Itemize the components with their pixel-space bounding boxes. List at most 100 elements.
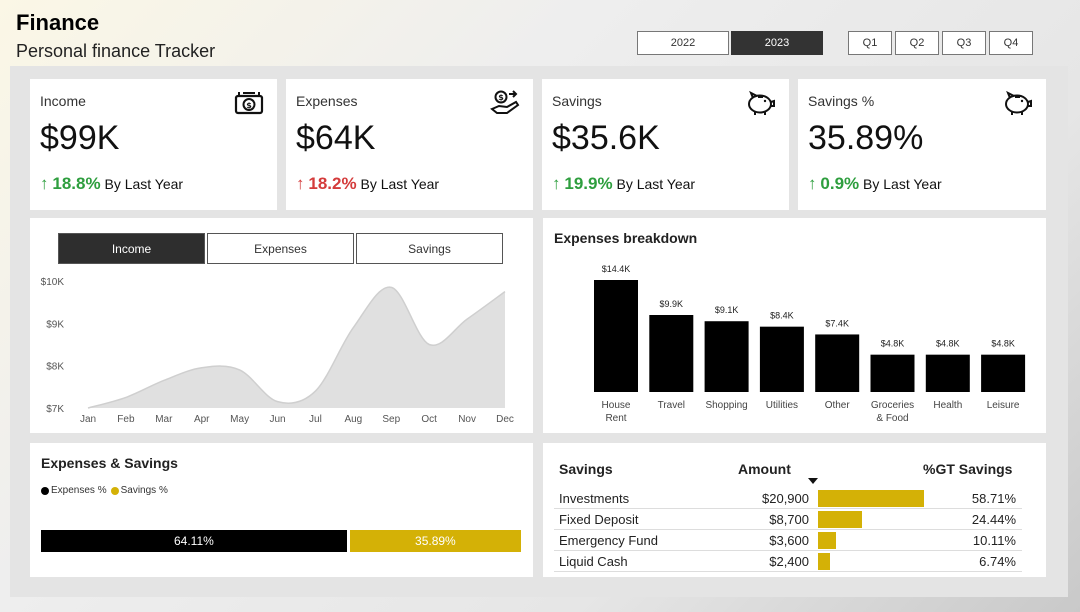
quarter-q3-button[interactable]: Q3 bbox=[942, 31, 986, 55]
quarter-q1-button[interactable]: Q1 bbox=[848, 31, 892, 55]
x-tick-label: Oct bbox=[421, 414, 437, 425]
savings-pct: 58.71% bbox=[971, 491, 1016, 506]
money-icon: $ bbox=[234, 92, 264, 115]
x-tick-label: May bbox=[230, 414, 249, 425]
savings-name: Liquid Cash bbox=[559, 554, 628, 569]
bar bbox=[870, 354, 915, 392]
kpi-value: $99K bbox=[40, 119, 120, 157]
trend-text: By Last Year bbox=[360, 176, 440, 192]
header: Finance Personal finance Tracker bbox=[16, 10, 215, 62]
svg-text:$: $ bbox=[498, 93, 504, 102]
savings-pct-card: Savings % 35.89% ↑ 0.9% By Last Year bbox=[798, 79, 1046, 210]
savings-pct: 10.11% bbox=[972, 533, 1016, 548]
header-amount[interactable]: Amount bbox=[738, 461, 791, 477]
trend-percent: 18.2% bbox=[308, 174, 357, 193]
kpi-value: $64K bbox=[296, 119, 376, 157]
x-tick-label: Nov bbox=[458, 414, 476, 425]
page-title: Finance bbox=[16, 10, 100, 35]
savings-pct-bar bbox=[818, 532, 837, 549]
bar-data-label: $9.1K bbox=[715, 305, 739, 315]
savings-amount: $20,900 bbox=[762, 491, 809, 506]
savings-amount: $8,700 bbox=[769, 512, 809, 527]
kpi-value: $35.6K bbox=[552, 119, 660, 157]
x-tick-label: Apr bbox=[194, 414, 210, 425]
quarter-q4-button[interactable]: Q4 bbox=[989, 31, 1033, 55]
header-gt-savings: %GT Savings bbox=[923, 461, 1013, 477]
kpi-trend: ↑ 18.8% By Last Year bbox=[40, 174, 183, 194]
savings-pct-bar bbox=[818, 511, 863, 528]
bar bbox=[649, 315, 694, 392]
bar bbox=[925, 354, 970, 392]
bar-data-label: $14.4K bbox=[602, 264, 631, 274]
expenses-savings-bar: 64.11% 35.89% bbox=[41, 530, 521, 552]
trend-arrow-icon: ↑ bbox=[40, 174, 49, 193]
savings-segment: 35.89% bbox=[349, 530, 521, 552]
year-selector: 2022 2023 bbox=[637, 31, 825, 55]
trend-percent: 0.9% bbox=[820, 174, 860, 193]
expenses-segment: 64.11% bbox=[41, 530, 347, 552]
trend-text: By Last Year bbox=[616, 176, 696, 192]
trend-percent: 18.8% bbox=[52, 174, 101, 193]
trend-text: By Last Year bbox=[104, 176, 184, 192]
bar bbox=[704, 321, 749, 392]
savings-name: Investments bbox=[559, 491, 630, 506]
trend-text: By Last Year bbox=[863, 176, 942, 192]
section-title: Expenses & Savings bbox=[41, 455, 178, 471]
x-tick-label: Dec bbox=[496, 414, 514, 425]
x-tick-label: Groceries bbox=[871, 400, 914, 411]
table-row[interactable]: Emergency Fund $3,600 10.11% bbox=[554, 530, 1022, 551]
legend-item-expenses: Expenses % bbox=[41, 485, 107, 496]
x-tick-label: Shopping bbox=[705, 400, 747, 411]
income-area-chart: $7K $8K $9K $10K Jan Feb Mar Apr May Jun Jul Aug Sep… bbox=[41, 277, 514, 425]
sort-desc-icon[interactable] bbox=[808, 478, 818, 484]
savings-name: Fixed Deposit bbox=[559, 512, 639, 527]
table-row[interactable]: Fixed Deposit $8,700 24.44% bbox=[554, 509, 1022, 530]
kpi-label: Income bbox=[40, 93, 86, 109]
table-row[interactable]: Liquid Cash $2,400 6.74% bbox=[554, 551, 1022, 572]
year-2023-button[interactable]: 2023 bbox=[731, 31, 823, 55]
x-tick-label: Other bbox=[825, 400, 851, 411]
trend-arrow-icon: ↑ bbox=[552, 174, 561, 193]
table-row[interactable]: Investments $20,900 58.71% bbox=[554, 488, 1022, 509]
income-card: Income $ $99K ↑ 18.8% By Last Year bbox=[30, 79, 277, 210]
legend-label: Savings % bbox=[120, 485, 168, 496]
y-tick-label: $7K bbox=[46, 404, 64, 415]
quarter-q2-button[interactable]: Q2 bbox=[895, 31, 939, 55]
x-tick-label: House bbox=[602, 400, 631, 411]
x-tick-label: Travel bbox=[658, 400, 685, 411]
savings-pct-bar bbox=[818, 553, 831, 570]
piggy-bank-icon bbox=[1005, 90, 1032, 115]
legend-dot bbox=[110, 486, 119, 495]
page-subtitle: Personal finance Tracker bbox=[16, 41, 216, 61]
bar-data-label: $4.8K bbox=[936, 339, 960, 349]
legend-dot bbox=[41, 486, 49, 495]
expenses-card: Expenses $ $64K ↑ 18.2% By Last Year bbox=[286, 79, 533, 210]
area-fill bbox=[88, 287, 505, 408]
kpi-trend: ↑ 0.9% By Last Year bbox=[808, 174, 942, 194]
year-2022-button[interactable]: 2022 bbox=[637, 31, 729, 55]
trend-chart-card: Income Expenses Savings $7K $8K $9K $10K Jan… bbox=[30, 218, 533, 433]
bar bbox=[759, 326, 804, 392]
bar-data-label: $7.4K bbox=[825, 318, 849, 328]
x-tick-label: Jul bbox=[309, 414, 322, 425]
expenses-savings-card: Expenses & Savings Expenses % Savings % … bbox=[30, 443, 533, 577]
bar bbox=[594, 280, 638, 392]
savings-table-card: Savings Amount %GT Savings Investments $2… bbox=[543, 443, 1046, 577]
kpi-label: Expenses bbox=[296, 93, 358, 109]
kpi-trend: ↑ 18.2% By Last Year bbox=[296, 174, 439, 194]
bar-data-label: $4.8K bbox=[881, 339, 905, 349]
dashboard-panel: Income $ $99K ↑ 18.8% By Last Year Expen… bbox=[10, 66, 1068, 597]
bar-data-label: $4.8K bbox=[991, 339, 1015, 349]
x-tick-label: Feb bbox=[117, 414, 135, 425]
hand-money-icon: $ bbox=[490, 90, 520, 114]
savings-card: Savings $35.6K ↑ 19.9% By Last Year bbox=[542, 79, 789, 210]
kpi-label: Savings % bbox=[808, 93, 875, 109]
y-tick-label: $8K bbox=[46, 362, 64, 373]
legend-item-savings: Savings % bbox=[110, 485, 168, 496]
y-tick-label: $10K bbox=[41, 277, 65, 288]
x-tick-label: Jun bbox=[269, 414, 285, 425]
x-tick-label: Mar bbox=[155, 414, 173, 425]
savings-name: Emergency Fund bbox=[559, 533, 658, 548]
savings-amount: $3,600 bbox=[769, 533, 809, 548]
y-tick-label: $9K bbox=[46, 319, 64, 330]
